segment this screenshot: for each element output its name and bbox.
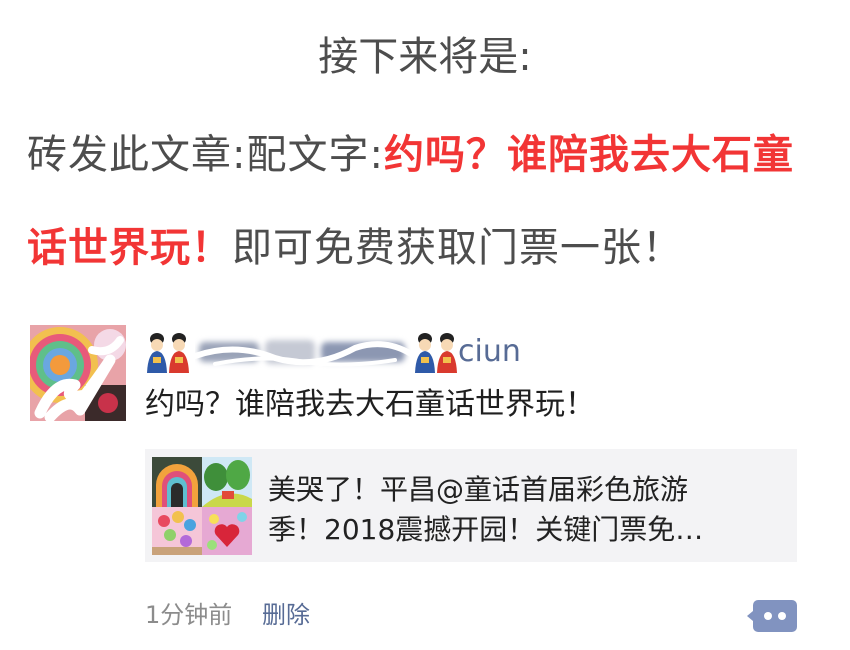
- instruction-prefix: 砖发此文章:配文字:: [27, 132, 384, 178]
- delete-link[interactable]: 删除: [262, 598, 310, 632]
- instruction-line-1: 砖发此文章:配文字:约吗？谁陪我去大石童: [27, 130, 794, 180]
- instruction-title: 接下来将是:: [318, 34, 532, 80]
- post-text: 约吗？谁陪我去大石童话世界玩！: [145, 387, 595, 422]
- instruction-suffix: 即可免费获取门票一张！: [232, 225, 683, 271]
- comment-button[interactable]: [747, 598, 797, 634]
- instruction-highlight-1: 约吗？谁陪我去大石童: [383, 132, 794, 178]
- avatar[interactable]: [30, 325, 126, 421]
- name-redaction: [195, 334, 411, 370]
- link-thumbnail: [152, 457, 252, 555]
- comment-dots-icon: [747, 600, 797, 632]
- link-title-line-2: 季！2018震撼开园！关键门票免…: [268, 513, 704, 546]
- dolls-emoji-icon: [415, 333, 457, 373]
- dolls-emoji-icon: [147, 333, 189, 373]
- shared-link-card[interactable]: 美哭了！平昌@童话首届彩色旅游 季！2018震撼开园！关键门票免…: [145, 449, 797, 562]
- instruction-line-2: 话世界玩！即可免费获取门票一张！: [27, 223, 683, 273]
- post-timestamp: 1分钟前: [145, 601, 233, 629]
- instruction-highlight-2: 话世界玩！: [27, 225, 232, 271]
- author-name[interactable]: ciun: [145, 330, 565, 374]
- author-name-text[interactable]: ciun: [458, 330, 521, 374]
- avatar-image: [30, 325, 126, 421]
- link-title-line-1: 美哭了！平昌@童话首届彩色旅游: [268, 473, 689, 506]
